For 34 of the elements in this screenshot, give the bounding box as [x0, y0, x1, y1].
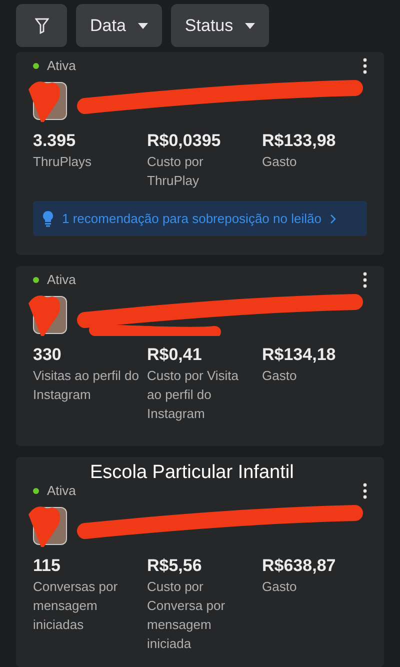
metric-label: Custo por Conversa por mensagem iniciada	[147, 578, 226, 653]
metric-value: 3.395	[33, 130, 77, 152]
metric-label: Custo por ThruPlay	[147, 153, 204, 190]
dropdown-button[interactable]: Data	[76, 4, 162, 47]
metric-label: ThruPlays	[33, 153, 93, 171]
metric-label: Gasto	[262, 367, 298, 385]
status-label: Ativa	[47, 482, 76, 500]
metric-value: R$134,18	[262, 344, 337, 366]
metric-value: 330	[33, 344, 62, 366]
filter-button[interactable]	[16, 4, 67, 47]
metric-value: R$0,0395	[147, 130, 222, 152]
recommendation-link[interactable]: 1 recomendação para sobreposição no leilão	[33, 201, 367, 236]
metric-label: Custo por Visita ao perfil do Instagram	[147, 367, 240, 423]
dropdown-button[interactable]: Status	[170, 4, 270, 47]
filter-icon	[34, 18, 48, 34]
metric-value: 115	[33, 555, 62, 577]
caret-icon	[138, 22, 148, 28]
metric-value: R$5,56	[147, 555, 203, 577]
status-label: Ativa	[47, 271, 76, 290]
more-options-icon[interactable]	[363, 272, 367, 288]
metric-value: R$0,41	[147, 344, 203, 366]
metric-value: R$133,98	[262, 130, 337, 152]
overlay-caption: Escola Particular Infantil	[90, 461, 294, 485]
status-label: Ativa	[47, 57, 76, 76]
metric-label: Gasto	[262, 153, 298, 171]
metric-label: Visitas ao perfil do Instagram	[33, 367, 139, 404]
metric-label: Conversas por mensagem iniciadas	[33, 578, 119, 634]
more-options-icon[interactable]	[363, 58, 367, 74]
metric-value: R$638,87	[262, 555, 337, 577]
chevron-icon	[330, 214, 336, 224]
caret-icon	[245, 22, 256, 28]
more-options-icon[interactable]	[363, 483, 367, 499]
lightbulb-icon	[43, 210, 53, 226]
metric-label: Gasto	[262, 578, 298, 596]
